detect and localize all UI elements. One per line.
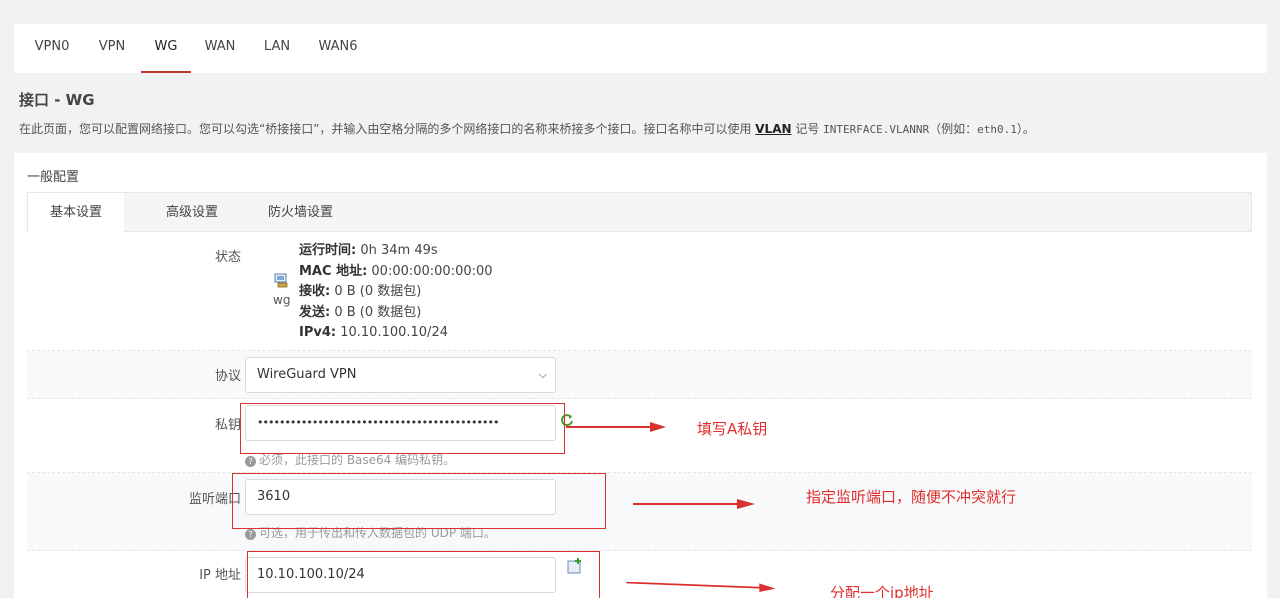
annotation-ip-address: 分配一个ip地址: [830, 584, 934, 598]
tab-wg[interactable]: WG: [141, 24, 191, 73]
annotation-box-listen-port: [232, 473, 606, 529]
status-icon-label: wg: [273, 293, 291, 307]
uptime-key: 运行时间:: [299, 243, 357, 258]
subtab-firewall[interactable]: 防火墙设置: [246, 193, 355, 233]
tx-value: 0 B (0 数据包): [330, 304, 422, 320]
protocol-label: 协议: [214, 369, 241, 384]
private-key-label: 私钥: [214, 418, 241, 433]
rx-line: 接收: 0 B (0 数据包): [299, 282, 493, 303]
desc-text-end: ）。: [1016, 122, 1035, 136]
subtab-bar: 基本设置 高级设置 防火墙设置: [27, 192, 1252, 233]
interface-tab-bar: VPN0 VPN WG WAN LAN WAN6: [14, 24, 1267, 73]
annotation-private-key: 填写A私钥: [697, 420, 768, 438]
uptime-line: 运行时间: 0h 34m 49s: [299, 241, 493, 262]
tx-key: 发送:: [299, 304, 331, 320]
annotation-box-private-key: [240, 403, 565, 454]
annotation-box-ip-address: [247, 551, 600, 598]
panel-legend: 一般配置: [27, 170, 80, 185]
help-icon: ?: [245, 456, 256, 467]
uptime-value: 0h 34m 49s: [356, 243, 438, 258]
annotation-listen-port: 指定监听端口，随便不冲突就行: [806, 488, 1017, 506]
annotation-arrow-icon: [633, 499, 755, 509]
desc-text-mid: 记号: [791, 122, 824, 136]
mac-value: 00:00:00:00:00:00: [367, 263, 493, 279]
tab-vpn[interactable]: VPN: [90, 24, 134, 73]
rx-key: 接收:: [299, 284, 331, 299]
desc-example: eth0.1: [977, 123, 1017, 136]
desc-text-after: （例如：: [929, 122, 978, 136]
status-details: 运行时间: 0h 34m 49s MAC 地址: 00:00:00:00:00:…: [299, 241, 493, 344]
desc-code: INTERFACE.VLANNR: [823, 123, 930, 136]
tab-wan[interactable]: WAN: [198, 24, 242, 73]
listen-port-row: 监听端口 3610 ? 可选，用于传出和传入数据包的 UDP 端口。: [27, 473, 1252, 551]
ipv4-line: IPv4: 10.10.100.10/24: [299, 323, 493, 344]
tab-vpn0[interactable]: VPN0: [26, 24, 78, 73]
subtab-advanced[interactable]: 高级设置: [144, 193, 240, 233]
annotation-arrow-icon: [566, 422, 666, 432]
general-config-panel: 一般配置 基本设置 高级设置 防火墙设置 状态 wg 运行时间: 0h 34m …: [14, 153, 1267, 598]
status-label: 状态: [214, 250, 241, 265]
desc-text: 在此页面，您可以配置网络接口。您可以勾选“桥接接口”，并输入由空格分隔的多个网络…: [19, 122, 756, 136]
help-icon: ?: [245, 529, 256, 540]
protocol-select[interactable]: WireGuard VPN ⌵: [245, 357, 556, 393]
ipv4-value: 10.10.100.10/24: [336, 325, 448, 340]
mac-line: MAC 地址: 00:00:00:00:00:00: [299, 262, 493, 283]
status-row: 状态 wg 运行时间: 0h 34m 49s MAC 地址: 00:00:00:…: [27, 233, 1252, 351]
tab-wan6[interactable]: WAN6: [312, 24, 364, 73]
annotation-arrow-icon: [626, 581, 776, 592]
page-description: 在此页面，您可以配置网络接口。您可以勾选“桥接接口”，并输入由空格分隔的多个网络…: [19, 120, 1035, 137]
subtab-basic[interactable]: 基本设置: [28, 193, 125, 233]
ipv4-key: IPv4:: [299, 325, 337, 340]
rx-value: 0 B (0 数据包): [330, 284, 422, 299]
tab-lan[interactable]: LAN: [256, 24, 298, 73]
vlan-link[interactable]: VLAN: [755, 122, 791, 136]
ip-address-label: IP 地址: [199, 568, 241, 583]
tx-line: 发送: 0 B (0 数据包): [299, 303, 493, 324]
network-interface-icon: [274, 273, 288, 288]
protocol-value: WireGuard VPN: [257, 367, 357, 382]
page-title: 接口 - WG: [19, 91, 95, 109]
chevron-down-icon: ⌵: [538, 368, 547, 381]
protocol-row: 协议 WireGuard VPN ⌵: [27, 351, 1252, 399]
private-key-hint-text: 必须，此接口的 Base64 编码私钥。: [259, 453, 456, 467]
private-key-row: 私钥 •••••••••••••••••••••••••••••••••••••…: [27, 399, 1252, 473]
mac-key: MAC 地址:: [299, 263, 368, 279]
